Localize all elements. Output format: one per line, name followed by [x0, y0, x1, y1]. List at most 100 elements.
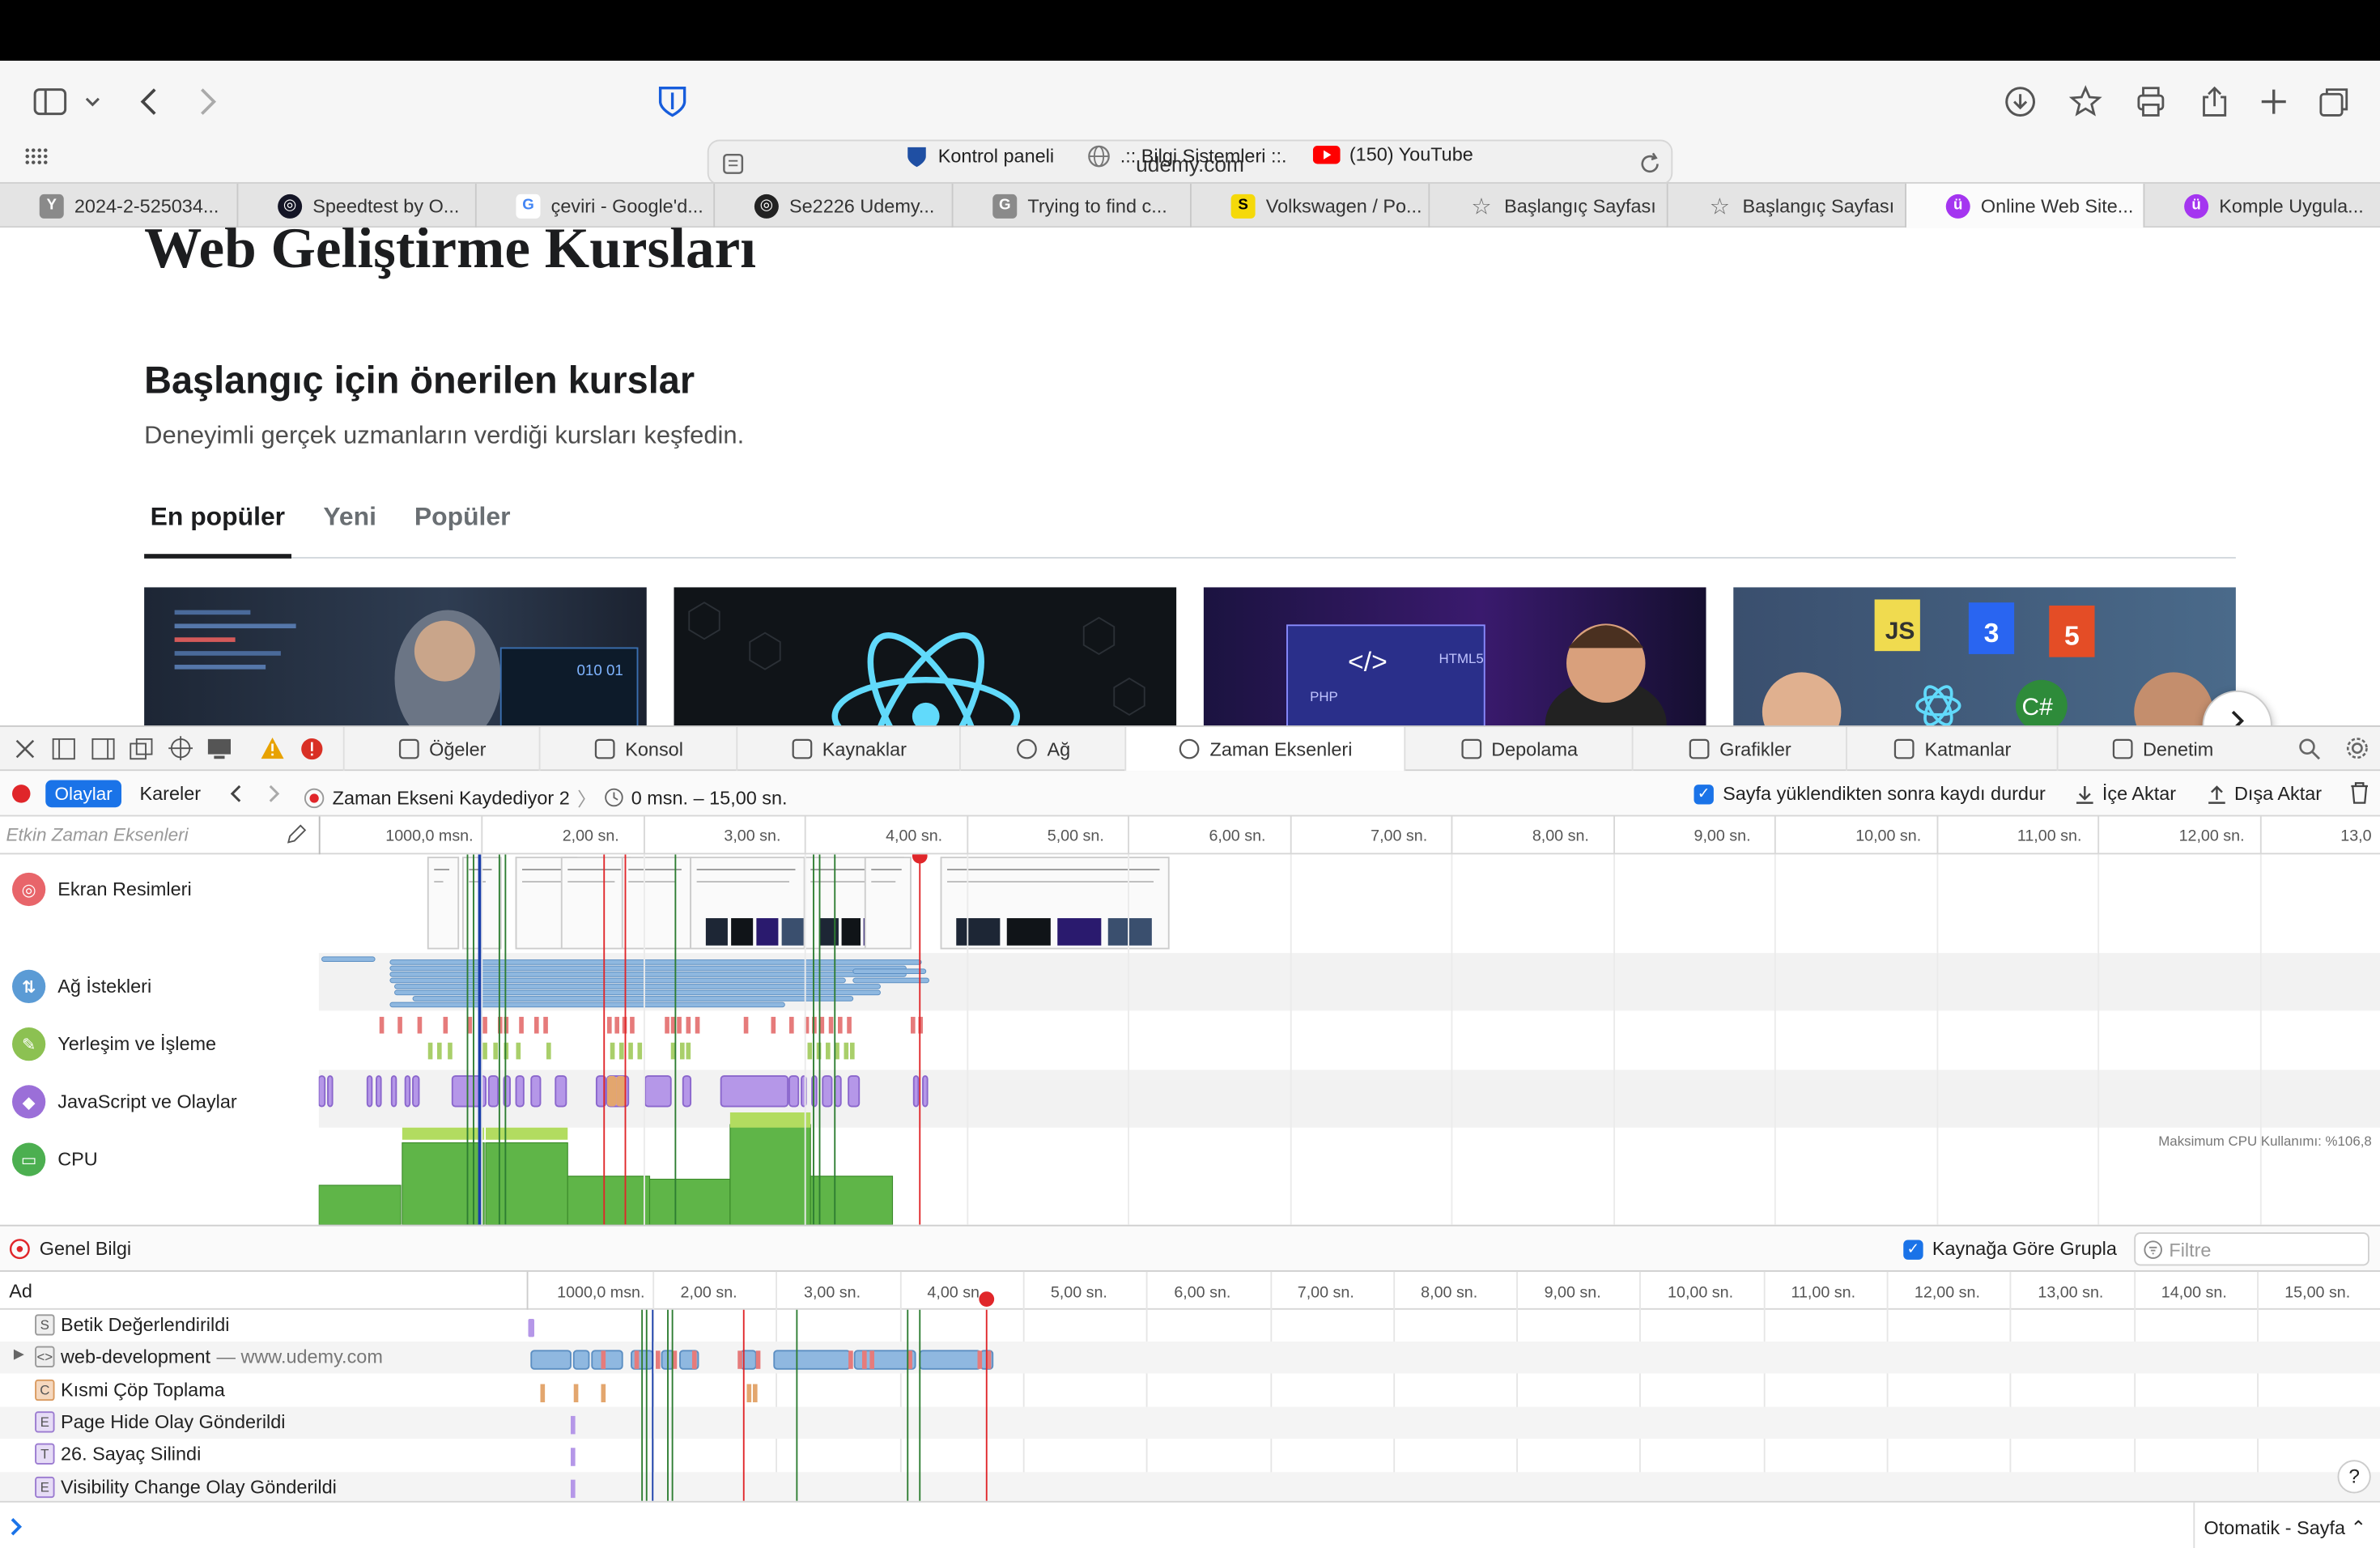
event-bar[interactable]	[573, 1384, 579, 1403]
script-event-bar[interactable]	[644, 1075, 672, 1108]
layout-mark[interactable]	[543, 1016, 548, 1034]
script-event-bar[interactable]	[515, 1075, 525, 1108]
script-event-bar[interactable]	[327, 1075, 334, 1108]
event-bar[interactable]	[746, 1384, 752, 1403]
paint-mark[interactable]	[844, 1042, 849, 1060]
timeline-filter-input[interactable]: Etkin Zaman Eksenleri	[6, 824, 189, 845]
event-bar[interactable]	[753, 1384, 758, 1403]
layout-mark[interactable]	[379, 1016, 385, 1034]
paint-mark[interactable]	[680, 1042, 685, 1060]
dock-bottom-icon[interactable]	[52, 738, 76, 760]
network-request-bar[interactable]	[852, 977, 929, 984]
paint-mark[interactable]	[637, 1042, 643, 1060]
event-bar[interactable]	[540, 1384, 546, 1403]
tab-overview-icon[interactable]	[2318, 85, 2351, 118]
browser-tab[interactable]: ◎ Speedtest by O...	[238, 183, 477, 228]
paint-mark[interactable]	[628, 1042, 633, 1060]
script-event-bar[interactable]	[318, 1075, 326, 1108]
cpu-usage-bar[interactable]	[402, 1142, 485, 1225]
cpu-usage-bar[interactable]	[648, 1178, 731, 1225]
layout-mark[interactable]	[630, 1016, 635, 1034]
download-icon[interactable]	[2004, 85, 2037, 118]
group-by-source-checkbox[interactable]: ✓ Kaynağa Göre Grupla	[1903, 1239, 2117, 1260]
import-button[interactable]: İçe Aktar	[2075, 783, 2176, 804]
grid-icon[interactable]	[24, 146, 49, 167]
script-event-bar[interactable]	[530, 1075, 542, 1108]
browser-tab[interactable]: ü Online Web Site...	[1906, 183, 2145, 228]
layout-mark[interactable]	[482, 1016, 487, 1034]
devtools-tab-elements[interactable]: Öğeler	[342, 726, 539, 772]
event-bar[interactable]	[571, 1479, 576, 1499]
timeline-lane-script[interactable]: ◆ JavaScript ve Olaylar	[0, 1085, 319, 1119]
paint-mark[interactable]	[516, 1042, 521, 1060]
favorite-bilgi-sistemleri[interactable]: .:: Bilgi Sistemleri ::.	[1087, 144, 1287, 168]
events-mode-button[interactable]: Olaylar	[45, 780, 122, 808]
bitwarden-shield-icon[interactable]	[656, 85, 689, 118]
edit-icon[interactable]	[286, 824, 307, 845]
browser-tab[interactable]: Y 2024-2-525034...	[0, 183, 239, 228]
course-card-2[interactable]	[674, 587, 1177, 726]
event-bar[interactable]	[919, 1350, 982, 1370]
chevron-down-icon[interactable]	[82, 85, 103, 118]
script-event-bar[interactable]	[848, 1075, 861, 1108]
event-bar[interactable]	[601, 1384, 606, 1403]
cpu-usage-bar[interactable]	[729, 1112, 811, 1128]
script-event-bar[interactable]	[376, 1075, 382, 1108]
browser-tab[interactable]: G Trying to find c...	[954, 183, 1192, 228]
layout-mark[interactable]	[789, 1016, 794, 1034]
script-event-bar[interactable]	[834, 1075, 842, 1108]
new-tab-icon[interactable]	[2257, 85, 2290, 118]
screenshot-thumb[interactable]	[560, 857, 631, 950]
paint-mark[interactable]	[826, 1042, 831, 1060]
script-event-bar[interactable]	[390, 1075, 397, 1108]
paint-mark[interactable]	[493, 1042, 498, 1060]
course-card-4[interactable]: JS 3 5 C#	[1733, 587, 2236, 726]
chevron-left-icon[interactable]	[227, 785, 243, 802]
network-request-bar[interactable]	[321, 956, 376, 962]
layout-mark[interactable]	[534, 1016, 539, 1034]
event-bar[interactable]	[571, 1415, 576, 1435]
event-bar[interactable]	[755, 1350, 761, 1369]
devtools-tab-sources[interactable]: Kaynaklar	[736, 726, 959, 772]
layout-mark[interactable]	[918, 1016, 923, 1034]
screenshot-thumb[interactable]	[690, 857, 805, 950]
back-icon[interactable]	[134, 85, 167, 118]
event-bar[interactable]	[656, 1350, 661, 1369]
help-button[interactable]: ?	[2337, 1460, 2371, 1494]
layout-mark[interactable]	[838, 1016, 843, 1034]
layout-mark[interactable]	[614, 1016, 619, 1034]
timeline-lane-network[interactable]: ⇅ Ağ İstekleri	[0, 969, 319, 1004]
layout-mark[interactable]	[397, 1016, 402, 1034]
event-bar[interactable]	[601, 1350, 606, 1369]
forward-icon[interactable]	[189, 85, 223, 118]
timeline-lane-screenshot[interactable]: ◎ Ekran Resimleri	[0, 872, 319, 907]
load-event-marker[interactable]	[979, 1291, 995, 1307]
layout-mark[interactable]	[828, 1016, 834, 1034]
layout-mark[interactable]	[443, 1016, 448, 1034]
devtools-tab-layers[interactable]: Katmanlar	[1846, 726, 2057, 772]
network-request-bar[interactable]	[389, 959, 922, 965]
network-request-bar[interactable]	[389, 977, 846, 984]
browser-tab[interactable]: ☆ Başlangıç Sayfası	[1668, 183, 1906, 228]
detach-icon[interactable]	[129, 738, 153, 760]
dock-side-icon[interactable]	[91, 738, 116, 760]
star-icon[interactable]	[2068, 85, 2102, 118]
error-icon[interactable]	[300, 738, 323, 760]
search-icon[interactable]	[2298, 738, 2321, 760]
gc-event-bar[interactable]	[616, 1076, 626, 1107]
event-bar[interactable]	[977, 1350, 983, 1369]
chevron-right-icon[interactable]	[267, 785, 283, 802]
console-prompt-icon[interactable]	[9, 1518, 24, 1536]
layout-mark[interactable]	[504, 1016, 509, 1034]
paint-mark[interactable]	[437, 1042, 442, 1060]
script-event-bar[interactable]	[412, 1075, 420, 1108]
browser-tab[interactable]: S Volkswagen / Po...	[1192, 183, 1430, 228]
layout-mark[interactable]	[519, 1016, 524, 1034]
layout-mark[interactable]	[847, 1016, 852, 1034]
script-event-bar[interactable]	[555, 1075, 567, 1108]
paint-mark[interactable]	[807, 1042, 813, 1060]
device-icon[interactable]	[206, 738, 232, 760]
cpu-usage-bar[interactable]	[318, 1184, 402, 1225]
course-card-1[interactable]: 010 01	[144, 587, 647, 726]
layout-mark[interactable]	[665, 1016, 669, 1034]
